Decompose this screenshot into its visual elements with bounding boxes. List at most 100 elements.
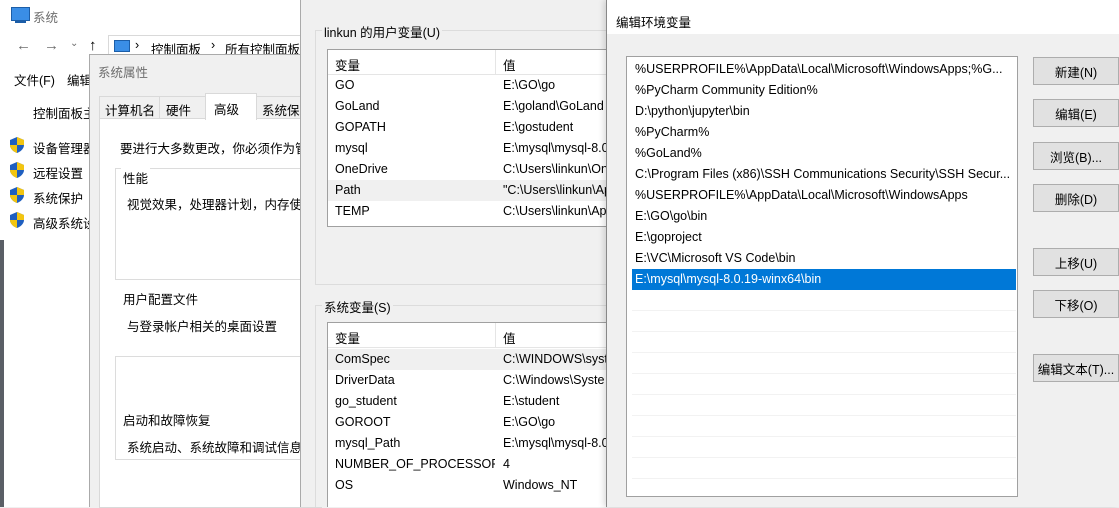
table-row[interactable]: GoLand E:\goland\GoLand (328, 96, 611, 117)
side-link-advanced-settings[interactable]: 高级系统设 (10, 212, 100, 231)
variable-value: "C:\Users\linkun\Ap (503, 183, 611, 197)
variable-name: OneDrive (335, 162, 388, 176)
recent-locations-chevron-icon[interactable]: ⌄ (70, 38, 78, 49)
user-vars-rows: GO E:\GO\go GoLand E:\goland\GoLand GOPATH E:… (328, 75, 611, 225)
delete-button[interactable]: 删除(D) (1033, 184, 1119, 212)
breadcrumb-sep-icon: › (211, 38, 216, 52)
variable-name: GOROOT (335, 415, 391, 429)
up-arrow-icon[interactable]: ↑ (89, 37, 97, 54)
tab-label: 硬件 (166, 104, 192, 118)
table-row[interactable]: mysql_Path E:\mysql\mysql-8.0 (328, 433, 611, 454)
shield-icon (10, 162, 24, 178)
admin-note: 要进行大多数更改，你必须作为管 (120, 142, 308, 156)
variable-value: E:\student (503, 394, 560, 408)
empty-row-divider (632, 352, 1016, 353)
path-list-item[interactable]: %PyCharm% (632, 122, 1016, 143)
back-arrow-icon[interactable]: ← (16, 37, 31, 54)
path-list-item[interactable]: %GoLand% (632, 143, 1016, 164)
path-list-item[interactable]: C:\Program Files (x86)\SSH Communication… (632, 164, 1016, 185)
variable-name: GO (335, 78, 355, 92)
empty-row-divider (632, 373, 1016, 374)
move-up-button[interactable]: 上移(U) (1033, 248, 1119, 276)
side-link-device-manager[interactable]: 设备管理器 (10, 137, 100, 156)
variable-name: OS (335, 478, 354, 492)
system-vars-table[interactable]: 变量 值 ComSpec C:\WINDOWS\syst DriverData C:\… (327, 322, 611, 507)
table-row[interactable]: OS Windows_NT (328, 475, 611, 496)
computer-icon (11, 7, 30, 21)
table-row[interactable]: ComSpec C:\WINDOWS\syst (328, 349, 611, 370)
path-list-item[interactable]: D:\python\jupyter\bin (632, 101, 1016, 122)
table-row[interactable]: go_student E:\student (328, 391, 611, 412)
side-link-label: 设备管理器 (33, 142, 96, 156)
edit-env-title: 编辑环境变量 (616, 16, 692, 30)
column-header-variable[interactable]: 变量 (335, 55, 360, 74)
control-panel-home-link[interactable]: 控制面板主 (33, 103, 96, 122)
path-list-item[interactable]: E:\goproject (632, 227, 1016, 248)
table-row[interactable]: TEMP C:\Users\linkun\Ap (328, 201, 611, 222)
advanced-tab-panel: 要进行大多数更改，你必须作为管 性能 视觉效果，处理器计划，内存使用 用户配置文… (99, 118, 325, 508)
path-list-item[interactable]: %PyCharm Community Edition% (632, 80, 1016, 101)
table-row[interactable]: GOROOT E:\GO\go (328, 412, 611, 433)
move-down-button[interactable]: 下移(O) (1033, 290, 1119, 318)
system-vars-header: 变量 值 (328, 323, 611, 348)
variable-value: C:\Windows\Syste (503, 373, 605, 387)
tab-advanced[interactable]: 高级 (205, 93, 257, 120)
performance-desc: 视觉效果，处理器计划，内存使用 (127, 198, 315, 212)
forward-arrow-icon[interactable]: → (44, 37, 59, 54)
control-panel-icon (114, 40, 130, 52)
empty-row-divider (632, 394, 1016, 395)
table-row[interactable]: Path "C:\Users\linkun\Ap (328, 180, 611, 201)
variable-value: E:\mysql\mysql-8.0 (503, 436, 609, 450)
path-list[interactable]: %USERPROFILE%\AppData\Local\Microsoft\Wi… (626, 56, 1018, 497)
browse-button[interactable]: 浏览(B)... (1033, 142, 1119, 170)
new-button[interactable]: 新建(N) (1033, 57, 1119, 85)
path-list-item[interactable]: %USERPROFILE%\AppData\Local\Microsoft\Wi… (632, 59, 1016, 80)
tab-hardware[interactable]: 硬件 (159, 96, 207, 119)
variable-value: C:\Users\linkun\On (503, 162, 608, 176)
table-row[interactable]: mysql E:\mysql\mysql-8.0 (328, 138, 611, 159)
side-link-label: 系统保护 (33, 192, 84, 206)
edit-text-button[interactable]: 编辑文本(T)... (1033, 354, 1119, 382)
table-row[interactable]: OneDrive C:\Users\linkun\On (328, 159, 611, 180)
path-list-item[interactable]: E:\VC\Microsoft VS Code\bin (632, 248, 1016, 269)
side-link-system-protection[interactable]: 系统保护 (10, 187, 100, 206)
tab-computer-name[interactable]: 计算机名 (99, 96, 161, 119)
side-link-remote-settings[interactable]: 远程设置 (10, 162, 100, 181)
table-row[interactable]: NUMBER_OF_PROCESSORS 4 (328, 454, 611, 475)
startup-recovery-desc: 系统启动、系统故障和调试信息 (127, 441, 303, 455)
column-header-variable[interactable]: 变量 (335, 328, 360, 347)
startup-recovery-label: 启动和故障恢复 (121, 410, 213, 429)
system-properties-dialog: 系统属性 计算机名 硬件 高级 系统保护 要进行大多数更改，你必须作为管 性能 … (89, 54, 325, 508)
environment-variables-dialog: linkun 的用户变量(U) 变量 值 GO E:\GO\go GoLand E:\… (300, 0, 611, 507)
table-row[interactable]: DriverData C:\Windows\Syste (328, 370, 611, 391)
edit-button[interactable]: 编辑(E) (1033, 99, 1119, 127)
empty-row-divider (632, 478, 1016, 479)
variable-value: C:\Users\linkun\Ap (503, 204, 607, 218)
path-list-item[interactable]: %USERPROFILE%\AppData\Local\Microsoft\Wi… (632, 185, 1016, 206)
variable-name: ComSpec (335, 352, 390, 366)
breadcrumb-sep-icon: › (135, 38, 140, 52)
table-row[interactable]: GOPATH E:\gostudent (328, 117, 611, 138)
empty-row-divider (632, 457, 1016, 458)
desktop-wallpaper-sliver (0, 240, 4, 507)
variable-name: mysql_Path (335, 436, 401, 450)
variable-value: 4 (503, 457, 510, 471)
path-list-item[interactable]: E:\mysql\mysql-8.0.19-winx64\bin (632, 269, 1016, 290)
side-link-label: 高级系统设 (33, 217, 96, 231)
variable-name: Path (335, 183, 361, 197)
shield-icon (10, 137, 24, 153)
path-list-item[interactable]: E:\GO\go\bin (632, 206, 1016, 227)
user-vars-table[interactable]: 变量 值 GO E:\GO\go GoLand E:\goland\GoLand GOP… (327, 49, 611, 227)
variable-value: C:\WINDOWS\syst (503, 352, 608, 366)
column-header-value[interactable]: 值 (503, 55, 516, 74)
column-header-value[interactable]: 值 (503, 328, 516, 347)
variable-name: GoLand (335, 99, 380, 113)
variable-name: DriverData (335, 373, 395, 387)
variable-value: E:\goland\GoLand (503, 99, 604, 113)
column-divider (495, 323, 496, 347)
variable-value: E:\mysql\mysql-8.0 (503, 141, 609, 155)
variable-value: Windows_NT (503, 478, 578, 492)
menu-file[interactable]: 文件(F) (14, 70, 55, 89)
variable-name: go_student (335, 394, 397, 408)
table-row[interactable]: GO E:\GO\go (328, 75, 611, 96)
